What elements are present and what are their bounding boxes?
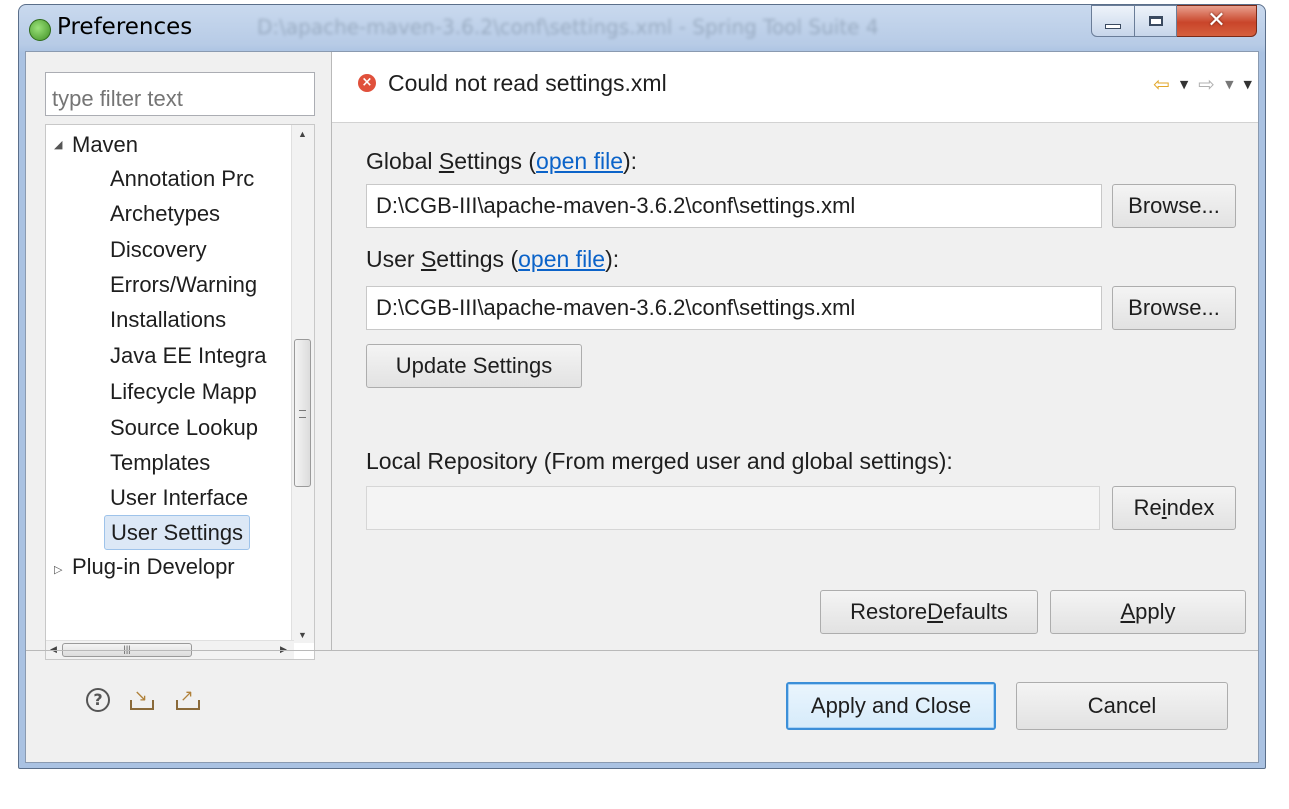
expanded-arrow-icon[interactable]: ◢ (54, 138, 62, 151)
background-window-title: D:\apache-maven-3.6.2\conf\settings.xml … (257, 15, 879, 39)
user-settings-label: User Settings (open file): (366, 246, 620, 272)
forward-arrow-icon[interactable]: ⇨ (1198, 72, 1215, 96)
apply-and-close-button[interactable]: Apply and Close (786, 682, 996, 730)
footer-icons: ? ↘ ↗ (86, 686, 202, 712)
export-icon[interactable]: ↗ (174, 686, 202, 712)
forward-dropdown-icon[interactable]: ▼ (1225, 78, 1233, 91)
scroll-up-arrow-icon[interactable]: ▲ (298, 129, 307, 139)
tree-item-annotation-processing[interactable]: Annotation Prc (110, 161, 254, 197)
footer-separator (26, 650, 1258, 651)
page-message: Could not read settings.xml (388, 70, 667, 96)
tree-item-java-ee-integration[interactable]: Java EE Integra (110, 338, 267, 374)
back-arrow-icon[interactable]: ⇦ (1153, 72, 1170, 96)
tree-item-installations[interactable]: Installations (110, 302, 226, 338)
maximize-button[interactable] (1135, 5, 1177, 37)
user-settings-field[interactable]: D:\CGB-III\apache-maven-3.6.2\conf\setti… (366, 286, 1102, 330)
tree-item-discovery[interactable]: Discovery (110, 232, 207, 268)
tree-item-user-settings[interactable]: User Settings (104, 515, 251, 550)
view-menu-icon[interactable]: ▼ (1244, 78, 1252, 91)
tree-item-source-lookup[interactable]: Source Lookup (110, 410, 258, 446)
tree-item-user-interface[interactable]: User Interface (110, 480, 248, 516)
user-open-file-link[interactable]: open file (518, 246, 605, 272)
local-repository-field (366, 486, 1100, 530)
error-icon: × (358, 74, 376, 92)
global-settings-label: Global Settings (open file): (366, 148, 638, 174)
cancel-button[interactable]: Cancel (1016, 682, 1228, 730)
history-navigation: ⇦ ▼ ⇨ ▼ ▼ (1153, 72, 1252, 96)
close-icon: ✕ (1207, 8, 1226, 33)
tree-item-lifecycle-mappings[interactable]: Lifecycle Mapp (110, 374, 257, 410)
global-browse-button[interactable]: Browse... (1112, 184, 1236, 228)
tree-item-plugin-development[interactable]: Plug-in Developr (72, 549, 235, 585)
title-bar[interactable]: Preferences D:\apache-maven-3.6.2\conf\s… (19, 5, 1265, 51)
minimize-icon (1105, 23, 1121, 29)
user-browse-button[interactable]: Browse... (1112, 286, 1236, 330)
grip-icon (299, 410, 306, 418)
close-button[interactable]: ✕ (1177, 5, 1257, 37)
minimize-button[interactable] (1091, 5, 1135, 37)
scroll-down-arrow-icon[interactable]: ▼ (298, 630, 307, 640)
sash-divider[interactable] (331, 52, 332, 650)
help-icon[interactable]: ? (86, 688, 110, 712)
spring-leaf-icon (29, 19, 51, 41)
tree-item-templates[interactable]: Templates (110, 445, 210, 481)
tree-vertical-scrollbar[interactable]: ▲ ▼ (291, 125, 314, 643)
dialog-client-area: ◢ Maven Annotation Prc Archetypes Discov… (25, 51, 1259, 763)
filter-input[interactable] (45, 72, 315, 116)
reindex-button[interactable]: Re i ndex (1112, 486, 1236, 530)
global-settings-field[interactable]: D:\CGB-III\apache-maven-3.6.2\conf\setti… (366, 184, 1102, 228)
preferences-tree: ◢ Maven Annotation Prc Archetypes Discov… (45, 124, 315, 660)
tree-item-maven[interactable]: Maven (72, 127, 138, 163)
window-title: Preferences (57, 14, 193, 40)
preferences-window: Preferences D:\apache-maven-3.6.2\conf\s… (18, 4, 1266, 769)
window-controls: ✕ (1091, 5, 1257, 39)
import-icon[interactable]: ↘ (128, 686, 156, 712)
tree-item-archetypes[interactable]: Archetypes (110, 196, 220, 232)
page-header: × Could not read settings.xml ⇦ ▼ ⇨ ▼ ▼ (332, 52, 1258, 123)
back-dropdown-icon[interactable]: ▼ (1180, 78, 1188, 91)
global-open-file-link[interactable]: open file (536, 148, 623, 174)
maximize-icon (1148, 16, 1163, 26)
local-repository-label: Local Repository (From merged user and g… (366, 448, 953, 474)
apply-button[interactable]: Apply (1050, 590, 1246, 634)
update-settings-button[interactable]: Update Settings (366, 344, 582, 388)
collapsed-arrow-icon[interactable]: ▷ (54, 563, 62, 576)
restore-defaults-button[interactable]: Restore Defaults (820, 590, 1038, 634)
tree-vertical-scroll-thumb[interactable] (294, 339, 311, 487)
tree-item-errors-warnings[interactable]: Errors/Warning (110, 267, 257, 303)
